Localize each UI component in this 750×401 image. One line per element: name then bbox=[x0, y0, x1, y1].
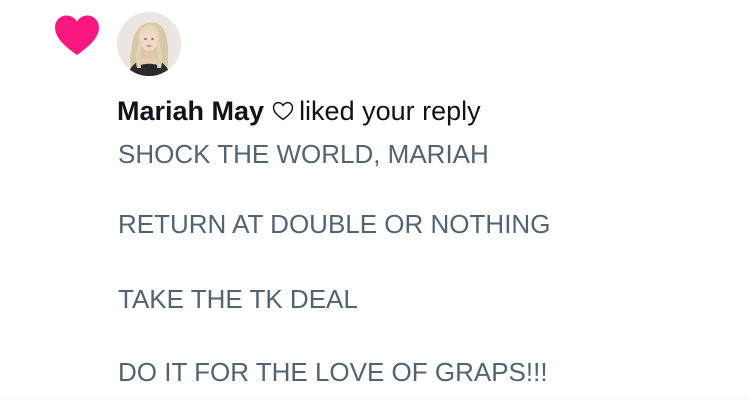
like-notification[interactable]: Mariah May liked your reply SHOCK THE WOR… bbox=[0, 0, 750, 401]
white-heart-emoji-icon bbox=[272, 101, 294, 121]
heart-icon bbox=[54, 14, 100, 56]
reply-line: SHOCK THE WORLD, MARIAH bbox=[118, 139, 489, 169]
reply-line: RETURN AT DOUBLE OR NOTHING bbox=[118, 209, 551, 239]
user-name[interactable]: Mariah May bbox=[117, 96, 264, 126]
reply-line: TAKE THE TK DEAL bbox=[118, 284, 358, 314]
avatar[interactable] bbox=[117, 12, 181, 76]
action-text: liked your reply bbox=[299, 96, 481, 126]
divider bbox=[0, 398, 750, 399]
reply-line: DO IT FOR THE LOVE OF GRAPS!!! bbox=[118, 357, 548, 387]
like-summary: Mariah May liked your reply bbox=[117, 94, 481, 128]
